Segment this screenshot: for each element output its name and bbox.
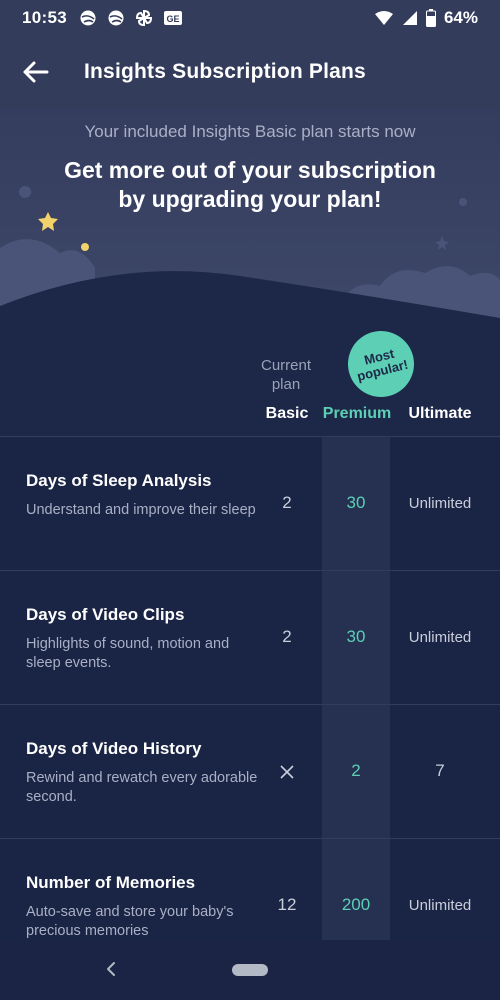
signal-icon <box>402 10 418 26</box>
hero-headline-line1: Get more out of your subscription <box>64 157 436 183</box>
feature-name: Days of Sleep Analysis <box>26 471 212 490</box>
value-basic: 2 <box>282 493 292 512</box>
ge-icon: GE <box>163 10 183 26</box>
feature-name: Days of Video History <box>26 739 202 758</box>
notification-icons: GE <box>79 9 183 27</box>
hero-headline-line2: by upgrading your plan! <box>118 186 382 212</box>
value-premium: 30 <box>346 493 366 512</box>
table-row: Days of Sleep Analysis Understand and im… <box>0 436 500 570</box>
battery-icon <box>425 9 436 27</box>
feature-description: Auto-save and store your baby's precious… <box>26 904 234 939</box>
column-header-basic: Basic <box>265 405 309 422</box>
hero-subtitle: Your included Insights Basic plan starts… <box>84 122 416 141</box>
feature-name: Days of Video Clips <box>26 605 185 624</box>
feature-description: Highlights of sound, motion and sleep ev… <box>26 636 230 671</box>
feature-description: Understand and improve their sleep <box>26 502 256 518</box>
table-row: Days of Video Clips Highlights of sound,… <box>0 570 500 704</box>
value-ultimate: 7 <box>435 761 445 780</box>
value-premium: 200 <box>341 895 371 914</box>
arrow-left-icon <box>21 60 49 84</box>
hero-headline: Get more out of your subscription by upg… <box>0 156 500 214</box>
night-sky-illustration <box>0 186 500 340</box>
app-bar: Insights Subscription Plans <box>0 36 500 108</box>
value-premium: 2 <box>351 761 361 780</box>
not-included-icon <box>252 761 322 781</box>
table-row: Days of Video History Rewind and rewatch… <box>0 704 500 838</box>
table-row: Number of Memories Auto-save and store y… <box>0 838 500 940</box>
feature-description: Rewind and rewatch every adorable second… <box>26 770 258 805</box>
globe-icon <box>79 9 97 27</box>
globe-icon <box>107 9 125 27</box>
wifi-icon <box>374 10 394 26</box>
chevron-left-icon <box>105 961 117 977</box>
nav-back-button[interactable] <box>98 954 124 984</box>
svg-text:GE: GE <box>166 14 179 24</box>
system-nav-bar <box>0 940 500 1000</box>
feature-table[interactable]: Days of Sleep Analysis Understand and im… <box>0 436 500 940</box>
value-premium: 30 <box>346 627 366 646</box>
status-time: 10:53 <box>22 8 67 27</box>
value-ultimate: Unlimited <box>408 629 472 646</box>
value-ultimate: Unlimited <box>408 897 472 914</box>
column-header-premium: Premium <box>322 405 392 422</box>
home-pill[interactable] <box>232 964 268 976</box>
column-header-ultimate: Ultimate <box>408 405 472 422</box>
current-plan-label: Current plan <box>252 356 320 394</box>
value-ultimate: Unlimited <box>408 495 472 512</box>
status-bar: 10:53 GE 64% <box>0 0 500 36</box>
value-basic: 12 <box>277 895 297 914</box>
current-plan-line1: Current <box>260 357 312 374</box>
battery-percent: 64% <box>443 8 478 27</box>
pinwheel-icon <box>135 9 153 27</box>
current-plan-line2: plan <box>271 376 301 393</box>
value-basic: 2 <box>282 627 292 646</box>
back-button[interactable] <box>0 36 70 108</box>
page-title: Insights Subscription Plans <box>84 60 366 83</box>
hero-banner: Your included Insights Basic plan starts… <box>0 108 500 340</box>
feature-name: Number of Memories <box>26 873 196 892</box>
